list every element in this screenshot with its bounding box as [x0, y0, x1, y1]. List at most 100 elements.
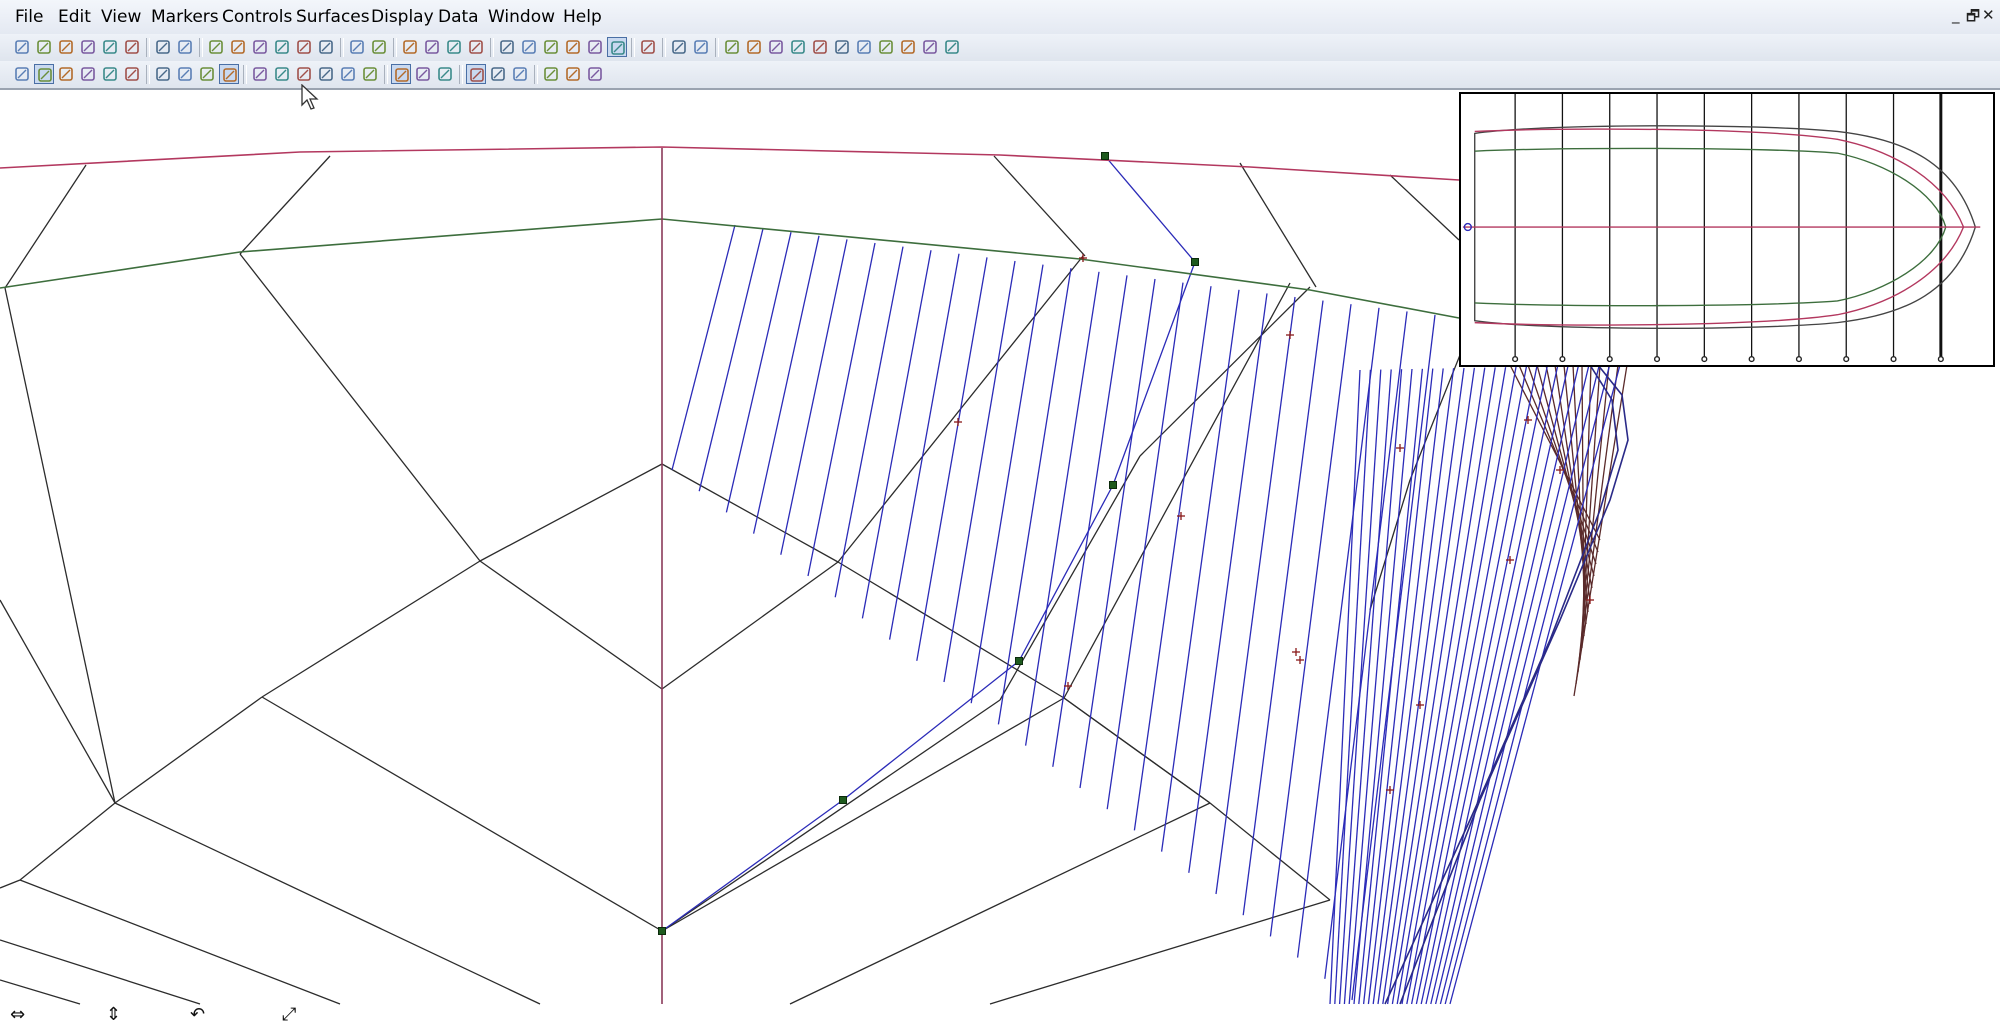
intersect-icon[interactable] — [519, 37, 539, 57]
wand-icon[interactable] — [122, 64, 142, 84]
undo-icon[interactable] — [347, 37, 367, 57]
triangle-icon[interactable] — [78, 64, 98, 84]
menu-view[interactable]: View — [101, 7, 141, 27]
new-file-icon[interactable] — [12, 37, 32, 57]
menu-edit[interactable]: Edit — [58, 7, 91, 27]
menu-help[interactable]: Help — [563, 7, 602, 27]
surface-edit-icon[interactable] — [413, 64, 433, 84]
delete-icon[interactable] — [497, 37, 517, 57]
copy-icon[interactable] — [100, 37, 120, 57]
control-point[interactable] — [658, 927, 666, 935]
menu-surfaces[interactable]: Surfaces — [296, 7, 370, 27]
shape-2-icon[interactable] — [585, 64, 605, 84]
print-icon[interactable] — [153, 37, 173, 57]
station-line — [1329, 369, 1361, 1005]
menu-markers[interactable]: Markers — [151, 7, 219, 27]
horizontal-move-icon[interactable]: ⇔ — [10, 1004, 25, 1025]
net-segment — [837, 561, 1065, 699]
flowlines-icon[interactable] — [422, 37, 442, 57]
home-icon[interactable] — [272, 37, 292, 57]
shape-1-icon[interactable] — [563, 64, 583, 84]
pan-icon[interactable] — [250, 37, 270, 57]
toolbar-separator — [243, 65, 247, 84]
link-icon[interactable] — [541, 37, 561, 57]
layer-2-icon[interactable] — [175, 64, 195, 84]
rotate-view-icon[interactable]: ↶ — [190, 1004, 205, 1025]
spreadsheet-icon[interactable] — [338, 64, 358, 84]
markers-icon[interactable] — [400, 37, 420, 57]
sphere-icon[interactable] — [12, 64, 32, 84]
control-point[interactable] — [839, 796, 847, 804]
save-icon[interactable] — [56, 37, 76, 57]
xx-icon[interactable] — [585, 37, 605, 57]
resize-view-icon[interactable]: ⤢ — [282, 1004, 296, 1025]
wave-icon[interactable] — [294, 64, 314, 84]
control-point[interactable] — [1101, 152, 1109, 160]
zoom-out-icon[interactable] — [228, 37, 248, 57]
align-icon[interactable] — [766, 37, 786, 57]
marker-remove-icon[interactable] — [466, 37, 486, 57]
nodes-icon[interactable] — [744, 37, 764, 57]
rotate-icon[interactable] — [294, 37, 314, 57]
pencil-icon[interactable] — [669, 37, 689, 57]
close-icon[interactable]: ✕ — [1982, 6, 1995, 24]
panel-3-icon[interactable] — [510, 64, 530, 84]
menu-window[interactable]: Window — [488, 7, 555, 27]
sigma-icon[interactable] — [360, 64, 380, 84]
bend-icon[interactable] — [607, 37, 627, 57]
panel-2-icon[interactable] — [488, 64, 508, 84]
select-icon[interactable] — [316, 37, 336, 57]
net-icon[interactable] — [444, 37, 464, 57]
control-point[interactable] — [1015, 657, 1023, 665]
control-point[interactable] — [1191, 258, 1199, 266]
surface-tools-icon[interactable] — [435, 64, 455, 84]
control-points[interactable] — [658, 152, 1199, 935]
layer-3-icon[interactable] — [197, 64, 217, 84]
paste-icon[interactable] — [122, 37, 142, 57]
compass-icon[interactable] — [691, 37, 711, 57]
cross-icon[interactable] — [854, 37, 874, 57]
mirror-icon[interactable] — [876, 37, 896, 57]
menu-file[interactable]: File — [15, 7, 43, 27]
menu-controls[interactable]: Controls — [222, 7, 292, 27]
extend-icon[interactable] — [810, 37, 830, 57]
surface-view-icon[interactable] — [391, 64, 411, 84]
curvature-icon[interactable] — [316, 64, 336, 84]
station-line — [671, 224, 736, 471]
net-segment — [239, 253, 481, 562]
toolbar-separator — [146, 38, 150, 57]
menu-display[interactable]: Display — [371, 7, 434, 27]
station-line — [698, 228, 764, 492]
trim-icon[interactable] — [832, 37, 852, 57]
curve-icon[interactable] — [563, 37, 583, 57]
break-icon[interactable] — [898, 37, 918, 57]
control-point[interactable] — [1109, 481, 1117, 489]
net-segment — [1369, 479, 1411, 611]
vertical-move-icon[interactable]: ⇕ — [106, 1004, 121, 1025]
zoom-in-icon[interactable] — [206, 37, 226, 57]
group-icon[interactable] — [920, 37, 940, 57]
layer-1-icon[interactable] — [153, 64, 173, 84]
rotate-3d-icon[interactable] — [541, 64, 561, 84]
minimize-icon[interactable]: _ — [1952, 6, 1960, 24]
view-controls: ⇔ ⇕ ↶ ⤢ — [0, 1004, 2000, 1025]
station-line — [1391, 367, 1496, 1005]
panel-1-icon[interactable] — [466, 64, 486, 84]
plan-view-inset[interactable] — [1459, 92, 1995, 367]
filter-icon[interactable] — [34, 64, 54, 84]
cut-icon[interactable] — [78, 37, 98, 57]
grid-icon[interactable] — [638, 37, 658, 57]
right-arrow-icon[interactable] — [100, 64, 120, 84]
snap-icon[interactable] — [722, 37, 742, 57]
xx-marker-icon[interactable] — [250, 64, 270, 84]
restore-icon[interactable]: 🗗 — [1966, 6, 1980, 31]
left-arrow-icon[interactable] — [56, 64, 76, 84]
redo-icon[interactable] — [369, 37, 389, 57]
fair-icon[interactable] — [788, 37, 808, 57]
table-icon[interactable] — [272, 64, 292, 84]
layer-4-icon[interactable] — [219, 64, 239, 84]
copy-surface-icon[interactable] — [942, 37, 962, 57]
help-icon[interactable] — [175, 37, 195, 57]
menu-data[interactable]: Data — [438, 7, 479, 27]
open-folder-icon[interactable] — [34, 37, 54, 57]
